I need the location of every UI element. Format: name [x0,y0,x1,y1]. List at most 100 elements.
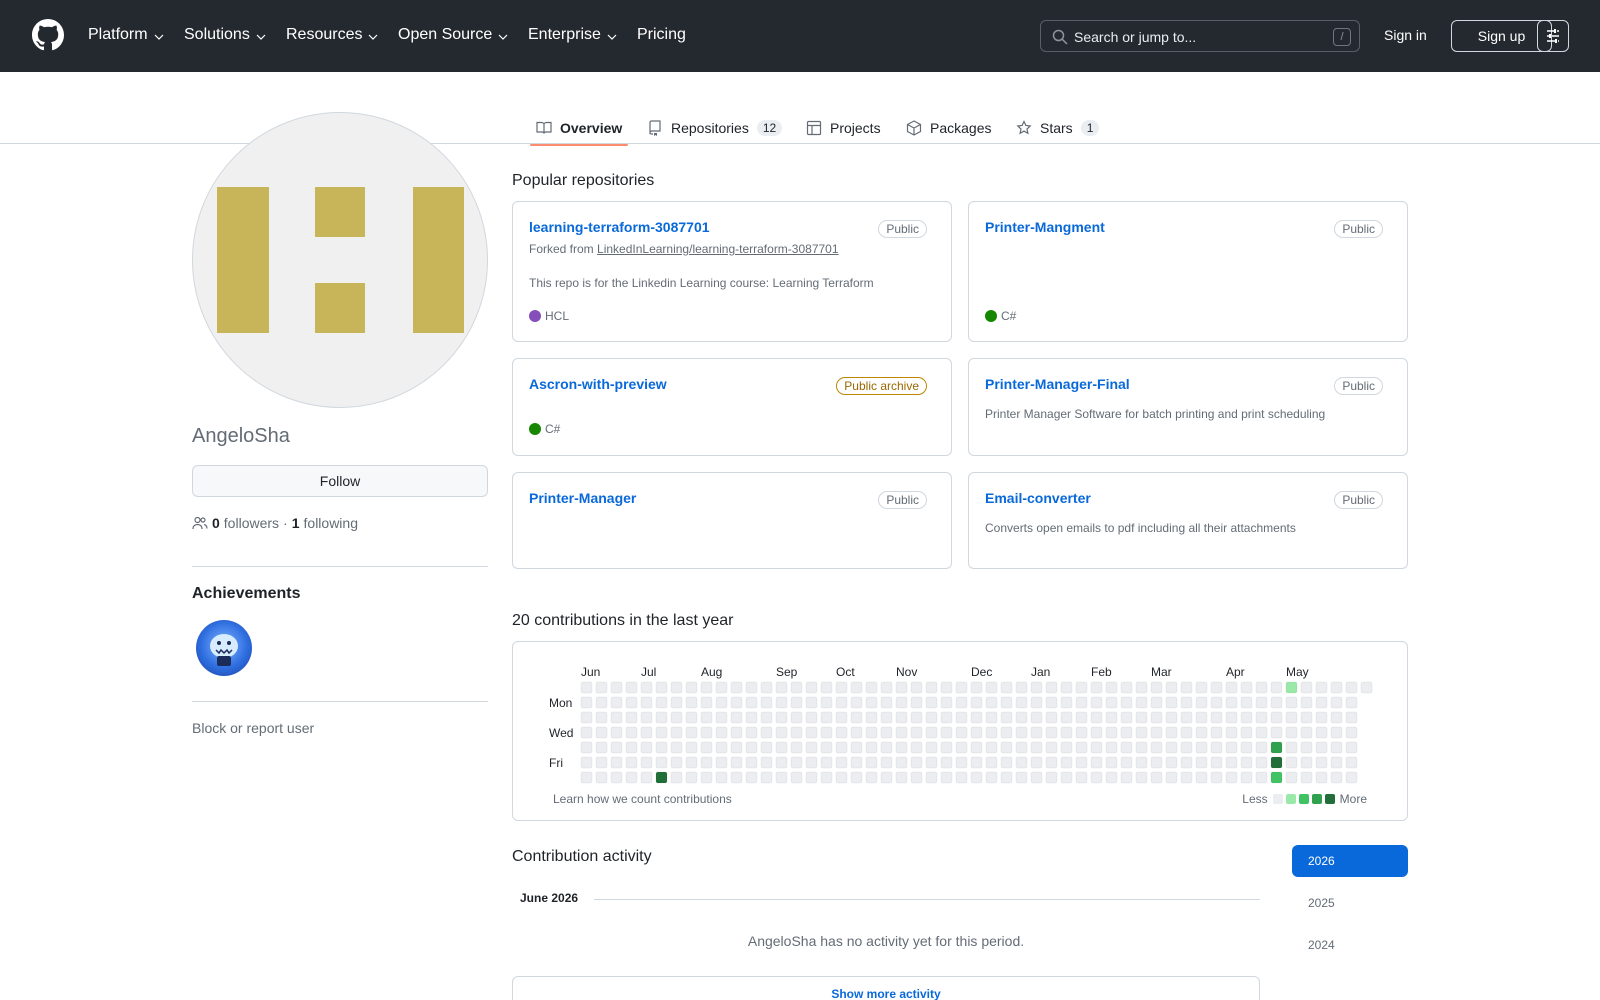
contribution-day[interactable] [640,681,653,694]
contribution-day[interactable] [1285,741,1298,754]
contribution-day[interactable] [895,741,908,754]
contribution-day[interactable] [685,696,698,709]
contribution-day[interactable] [1150,771,1163,784]
contribution-day[interactable] [655,711,668,724]
contribution-day[interactable] [910,726,923,739]
contribution-day[interactable] [775,741,788,754]
contribution-day[interactable] [970,771,983,784]
contribution-day[interactable] [760,756,773,769]
contribution-day[interactable] [1270,711,1283,724]
contribution-day[interactable] [1105,726,1118,739]
contribution-day[interactable] [1240,726,1253,739]
contribution-day[interactable] [850,756,863,769]
contribution-day[interactable] [1015,741,1028,754]
contribution-day[interactable] [1030,756,1043,769]
contribution-day[interactable] [955,711,968,724]
contribution-day[interactable] [820,741,833,754]
contribution-day[interactable] [1000,711,1013,724]
contribution-day[interactable] [1210,756,1223,769]
contribution-day[interactable] [610,696,623,709]
contribution-day[interactable] [1225,726,1238,739]
contribution-day[interactable] [1015,756,1028,769]
contribution-day[interactable] [1315,726,1328,739]
contribution-day[interactable] [1000,756,1013,769]
contribution-day[interactable] [1195,756,1208,769]
contribution-day[interactable] [1240,711,1253,724]
contribution-day[interactable] [1120,771,1133,784]
contribution-day[interactable] [1345,711,1358,724]
contribution-day[interactable] [1315,711,1328,724]
contribution-day[interactable] [670,711,683,724]
contribution-day[interactable] [670,681,683,694]
contribution-day[interactable] [580,756,593,769]
contribution-day[interactable] [790,726,803,739]
nav-resources[interactable]: Resources [286,26,378,44]
contribution-day[interactable] [760,696,773,709]
contribution-day[interactable] [640,726,653,739]
contribution-day[interactable] [940,711,953,724]
contribution-day[interactable] [970,726,983,739]
contribution-day[interactable] [910,771,923,784]
year-2025[interactable]: 2025 [1292,887,1408,919]
contribution-day[interactable] [895,711,908,724]
contribution-day[interactable] [1240,696,1253,709]
sign-in-link[interactable]: Sign in [1384,27,1427,43]
contribution-day[interactable] [1210,726,1223,739]
contribution-day[interactable] [745,741,758,754]
contribution-day[interactable] [790,771,803,784]
contribution-day[interactable] [1015,696,1028,709]
contribution-day[interactable] [1105,756,1118,769]
contribution-day[interactable] [700,681,713,694]
contribution-day[interactable] [1165,771,1178,784]
contribution-day[interactable] [655,681,668,694]
contribution-day[interactable] [1060,696,1073,709]
nav-solutions[interactable]: Solutions [184,26,266,44]
contribution-day[interactable] [1135,726,1148,739]
contribution-day[interactable] [670,696,683,709]
contribution-day[interactable] [1030,771,1043,784]
contribution-day[interactable] [655,696,668,709]
contribution-day[interactable] [1270,726,1283,739]
contribution-day[interactable] [970,681,983,694]
contribution-day[interactable] [1075,696,1088,709]
contribution-day[interactable] [1015,711,1028,724]
contribution-day[interactable] [1075,726,1088,739]
contribution-day[interactable] [730,681,743,694]
contribution-day[interactable] [820,696,833,709]
contribution-day[interactable] [1000,696,1013,709]
contribution-day[interactable] [715,741,728,754]
contribution-day[interactable] [640,741,653,754]
contribution-day[interactable] [955,741,968,754]
contribution-day[interactable] [925,711,938,724]
contribution-day[interactable] [1060,771,1073,784]
contribution-day[interactable] [670,771,683,784]
contribution-day[interactable] [745,681,758,694]
nav-pricing[interactable]: Pricing [637,26,686,44]
contribution-day[interactable] [805,681,818,694]
contribution-day[interactable] [655,726,668,739]
contribution-day[interactable] [880,681,893,694]
contribution-day[interactable] [1345,726,1358,739]
contribution-day[interactable] [1045,771,1058,784]
learn-contributions-link[interactable]: Learn how we count contributions [553,792,732,806]
contribution-day[interactable] [580,741,593,754]
tab-stars[interactable]: Stars 1 [1016,112,1100,144]
contribution-day[interactable] [925,726,938,739]
contribution-day[interactable] [1075,756,1088,769]
contribution-day[interactable] [1030,681,1043,694]
contribution-day[interactable] [1345,771,1358,784]
contribution-day[interactable] [940,681,953,694]
contribution-day[interactable] [925,771,938,784]
contribution-day[interactable] [880,741,893,754]
contribution-day[interactable] [1330,726,1343,739]
contribution-day[interactable] [910,696,923,709]
followers-count[interactable]: 0 [212,515,220,531]
contribution-day[interactable] [1315,681,1328,694]
contribution-day[interactable] [1150,741,1163,754]
contribution-day[interactable] [820,681,833,694]
contribution-day[interactable] [820,756,833,769]
contribution-day[interactable] [865,771,878,784]
contribution-day[interactable] [700,711,713,724]
nav-platform[interactable]: Platform [88,26,164,44]
contribution-day[interactable] [1030,711,1043,724]
